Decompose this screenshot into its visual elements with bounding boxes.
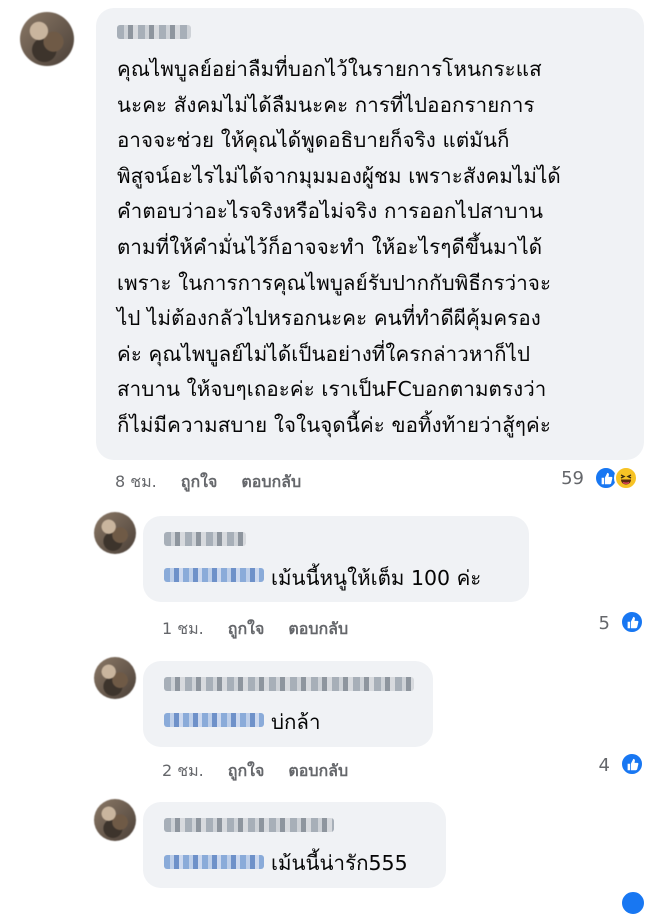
reply-button[interactable]: ตอบกลับ xyxy=(241,472,301,491)
reply-text: เม้นนี้หนูให้เต็ม 100 ค่ะ xyxy=(271,566,482,590)
haha-icon xyxy=(614,466,638,490)
reaction-count[interactable]: 5 xyxy=(580,613,610,634)
reply-author-blurred[interactable] xyxy=(164,677,414,691)
like-icon xyxy=(620,890,646,916)
reply-actions: 2 ชม. ถูกใจ ตอบกลับ xyxy=(162,759,372,784)
reply-avatar[interactable] xyxy=(94,657,136,699)
like-icon xyxy=(620,610,644,634)
reply-button[interactable]: ตอบกลับ xyxy=(288,761,348,780)
reply-avatar[interactable] xyxy=(94,799,136,841)
comment-text: คุณไพบูลย์อย่าลืมที่บอกไว้ในรายการโหนกระ… xyxy=(117,57,561,437)
tagged-user-blurred[interactable] xyxy=(164,568,264,582)
reply-actions: 1 ชม. ถูกใจ ตอบกลับ xyxy=(162,617,372,642)
commenter-avatar[interactable] xyxy=(20,12,74,66)
reply-text: บ่กล้า xyxy=(271,710,321,734)
reply-author-blurred[interactable] xyxy=(164,532,246,546)
like-icon xyxy=(620,752,644,776)
comment-timestamp[interactable]: 8 ชม. xyxy=(115,472,157,491)
reply-button[interactable]: ตอบกลับ xyxy=(288,619,348,638)
reaction-count[interactable]: 4 xyxy=(580,755,610,776)
tagged-user-blurred[interactable] xyxy=(164,713,264,727)
reply-timestamp[interactable]: 1 ชม. xyxy=(162,619,204,638)
like-button[interactable]: ถูกใจ xyxy=(228,619,265,638)
commenter-name-blurred[interactable] xyxy=(117,25,191,39)
reply-text: เม้นนี้น่ารัก555 xyxy=(271,851,408,875)
reply-avatar[interactable] xyxy=(94,512,136,554)
reply-author-blurred[interactable] xyxy=(164,818,334,832)
reaction-count[interactable]: 59 xyxy=(540,468,584,489)
reply-timestamp[interactable]: 2 ชม. xyxy=(162,761,204,780)
tagged-user-blurred[interactable] xyxy=(164,855,264,869)
like-button[interactable]: ถูกใจ xyxy=(228,761,265,780)
like-button[interactable]: ถูกใจ xyxy=(181,472,218,491)
comment-actions: 8 ชม. ถูกใจ ตอบกลับ xyxy=(115,470,325,495)
